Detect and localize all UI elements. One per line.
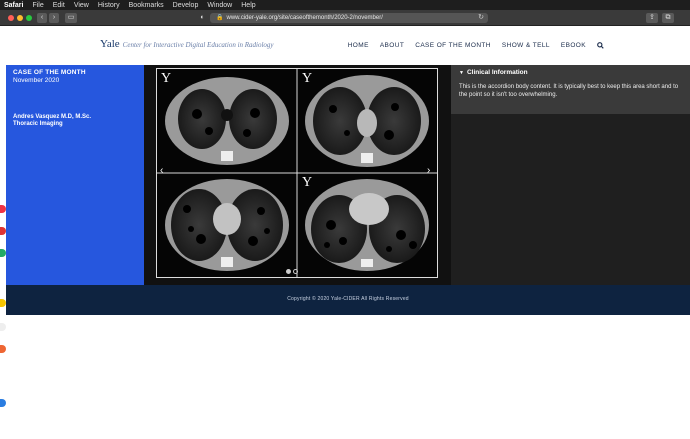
menu-view[interactable]: View: [74, 2, 89, 9]
site-footer: Copyright © 2020 Yale-CIDER All Rights R…: [6, 285, 690, 315]
nav-ebook[interactable]: EBOOK: [561, 42, 586, 51]
web-page: Yale Center for Interactive Digital Educa…: [6, 27, 690, 439]
ct-image-grid: [157, 69, 437, 277]
menu-develop[interactable]: Develop: [173, 2, 199, 9]
logo-yale: Yale: [100, 38, 120, 50]
case-department: Thoracic Imaging: [13, 121, 63, 127]
maximize-window-button[interactable]: [26, 15, 32, 21]
sidebar-icon[interactable]: ▭: [65, 13, 77, 23]
caret-down-icon: ▼: [459, 70, 464, 76]
site-header: Yale Center for Interactive Digital Educa…: [6, 27, 690, 65]
menu-history[interactable]: History: [98, 2, 120, 9]
menu-file[interactable]: File: [32, 2, 43, 9]
nav-case-of-the-month[interactable]: CASE OF THE MONTH: [415, 42, 491, 51]
menu-edit[interactable]: Edit: [53, 2, 65, 9]
accordion-item: ▼ Clinical Information This is the accord…: [451, 65, 690, 114]
nav-home[interactable]: HOME: [348, 42, 369, 51]
slide-indicator: [286, 269, 300, 274]
browser-toolbar: ‹ › ▭ ◐ 🔒 www.cider-yale.org/site/caseoft…: [0, 10, 690, 26]
case-info-panel: CASE OF THE MONTH November 2020 Andres V…: [6, 65, 144, 285]
accordion-header[interactable]: ▼ Clinical Information: [459, 69, 528, 76]
case-date: November 2020: [13, 77, 60, 84]
address-url: www.cider-yale.org/site/caseofthemonth/2…: [226, 15, 383, 21]
share-icon[interactable]: ⇪: [646, 13, 658, 23]
yale-watermark: Y: [302, 71, 313, 86]
copyright-text: Copyright © 2020 Yale-CIDER All Rights R…: [287, 296, 409, 302]
main-nav: HOME ABOUT CASE OF THE MONTH SHOW & TELL…: [337, 42, 604, 51]
image-viewer: Y Y Y ‹ ›: [144, 65, 451, 285]
address-bar[interactable]: 🔒 www.cider-yale.org/site/caseofthemonth/…: [210, 13, 488, 23]
case-title: CASE OF THE MONTH: [13, 69, 86, 76]
nav-about[interactable]: ABOUT: [380, 42, 404, 51]
nav-show-and-tell[interactable]: SHOW & TELL: [502, 42, 550, 51]
shield-icon[interactable]: ◐: [198, 13, 207, 23]
site-logo[interactable]: Yale Center for Interactive Digital Educa…: [100, 38, 274, 50]
chevron-right-icon[interactable]: ›: [427, 165, 430, 176]
menu-help[interactable]: Help: [241, 2, 255, 9]
tabs-icon[interactable]: ⧉: [662, 13, 674, 23]
logo-subtitle: Center for Interactive Digital Education…: [122, 41, 274, 49]
reload-icon[interactable]: ↻: [478, 13, 484, 23]
yale-watermark: Y: [161, 71, 172, 86]
yale-watermark: Y: [302, 175, 313, 190]
case-author: Andres Vasquez M.D, M.Sc.: [13, 114, 92, 120]
lock-icon: 🔒: [216, 15, 224, 21]
back-icon[interactable]: ‹: [37, 13, 47, 23]
accordion-title: Clinical Information: [466, 69, 528, 76]
ct-slideshow[interactable]: Y Y Y: [156, 68, 438, 278]
search-icon[interactable]: [597, 42, 604, 51]
slide-dot[interactable]: [286, 269, 291, 274]
menu-bar: Safari File Edit View History Bookmarks …: [0, 0, 690, 10]
close-window-button[interactable]: [8, 15, 14, 21]
forward-icon[interactable]: ›: [49, 13, 59, 23]
menu-window[interactable]: Window: [207, 2, 232, 9]
minimize-window-button[interactable]: [17, 15, 23, 21]
slide-dot[interactable]: [293, 269, 298, 274]
menu-bookmarks[interactable]: Bookmarks: [129, 2, 164, 9]
chevron-left-icon[interactable]: ‹: [160, 165, 163, 176]
menu-app-name[interactable]: Safari: [4, 2, 23, 9]
clinical-info-panel: ▼ Clinical Information This is the accord…: [451, 65, 690, 285]
accordion-body: This is the accordion body content. It i…: [459, 84, 679, 98]
